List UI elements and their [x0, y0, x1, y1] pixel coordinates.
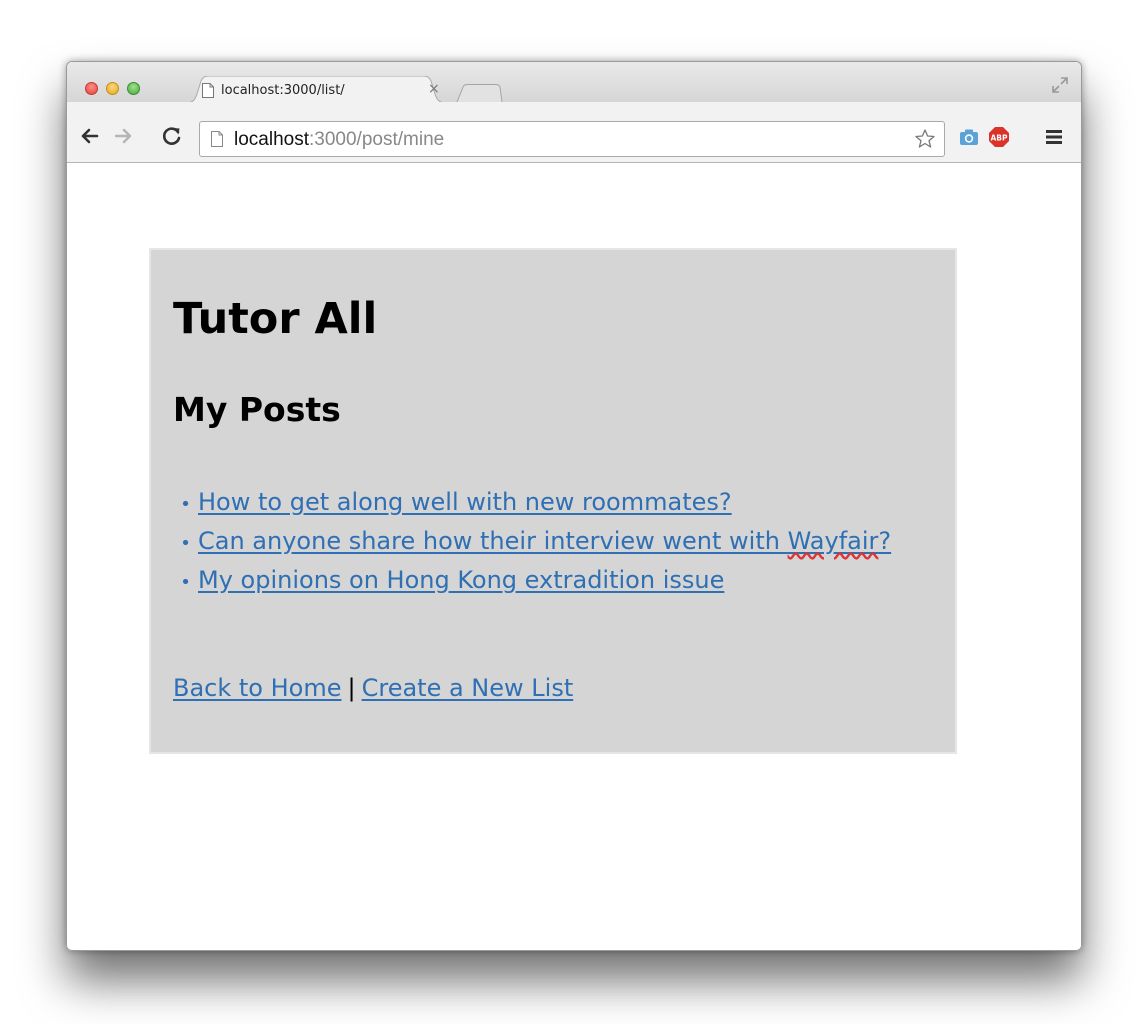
fullscreen-icon[interactable] — [1051, 76, 1069, 94]
bullet: • — [180, 572, 191, 593]
post-link-wayfair[interactable]: Can anyone share how their interview wen… — [198, 527, 891, 555]
misspelled-word: Wayfair — [787, 527, 879, 555]
section-title: My Posts — [173, 390, 341, 429]
list-item: • How to get along well with new roommate… — [173, 486, 891, 525]
url-host: localhost — [234, 129, 309, 150]
site-title: Tutor All — [173, 294, 378, 344]
bookmark-star-icon[interactable] — [914, 128, 936, 150]
back-to-home-link[interactable]: Back to Home — [173, 674, 342, 702]
close-window-button[interactable] — [85, 82, 98, 95]
page-viewport: Tutor All My Posts • How to get along wel… — [67, 163, 1081, 950]
footer-links: Back to Home | Create a New List — [173, 674, 573, 702]
content-panel: Tutor All My Posts • How to get along wel… — [149, 248, 957, 754]
tab-close-icon[interactable]: × — [428, 81, 440, 97]
link-separator: | — [347, 674, 356, 702]
zoom-window-button[interactable] — [127, 82, 140, 95]
post-list: • How to get along well with new roommate… — [173, 486, 891, 603]
url-port: :3000 — [309, 129, 357, 150]
post-link-text: ? — [878, 527, 892, 555]
new-tab-button[interactable] — [455, 84, 503, 102]
adblock-plus-icon[interactable]: ABP — [988, 126, 1010, 148]
list-item: • My opinions on Hong Kong extradition is… — [173, 564, 891, 603]
browser-window: localhost:3000/list/ × localhost:3000/po… — [66, 61, 1082, 951]
back-arrow-icon[interactable] — [79, 125, 101, 147]
address-bar[interactable]: localhost:3000/post/mine — [199, 121, 945, 157]
address-url: localhost:3000/post/mine — [234, 129, 444, 151]
post-link-text: Can anyone share how their interview wen… — [198, 527, 788, 555]
adblock-label: ABP — [990, 134, 1008, 143]
active-tab[interactable]: localhost:3000/list/ × — [185, 76, 447, 103]
toolbar: localhost:3000/post/mine ABP — [67, 102, 1081, 163]
reload-icon[interactable] — [161, 125, 183, 147]
create-new-list-link[interactable]: Create a New List — [362, 674, 574, 702]
bullet: • — [180, 494, 191, 515]
url-path: /post/mine — [356, 129, 445, 150]
minimize-window-button[interactable] — [106, 82, 119, 95]
list-item: • Can anyone share how their interview we… — [173, 525, 891, 564]
post-link-hong-kong[interactable]: My opinions on Hong Kong extradition iss… — [198, 566, 724, 594]
camera-extension-icon[interactable] — [958, 126, 980, 148]
menu-icon[interactable] — [1043, 126, 1065, 148]
tab-title: localhost:3000/list/ — [221, 83, 345, 98]
forward-arrow-icon[interactable] — [112, 125, 134, 147]
tab-strip: localhost:3000/list/ × — [67, 62, 1081, 103]
post-link-roommates[interactable]: How to get along well with new roommates… — [198, 488, 732, 516]
page-icon — [202, 83, 214, 98]
page-icon — [211, 131, 223, 147]
bullet: • — [180, 533, 191, 554]
